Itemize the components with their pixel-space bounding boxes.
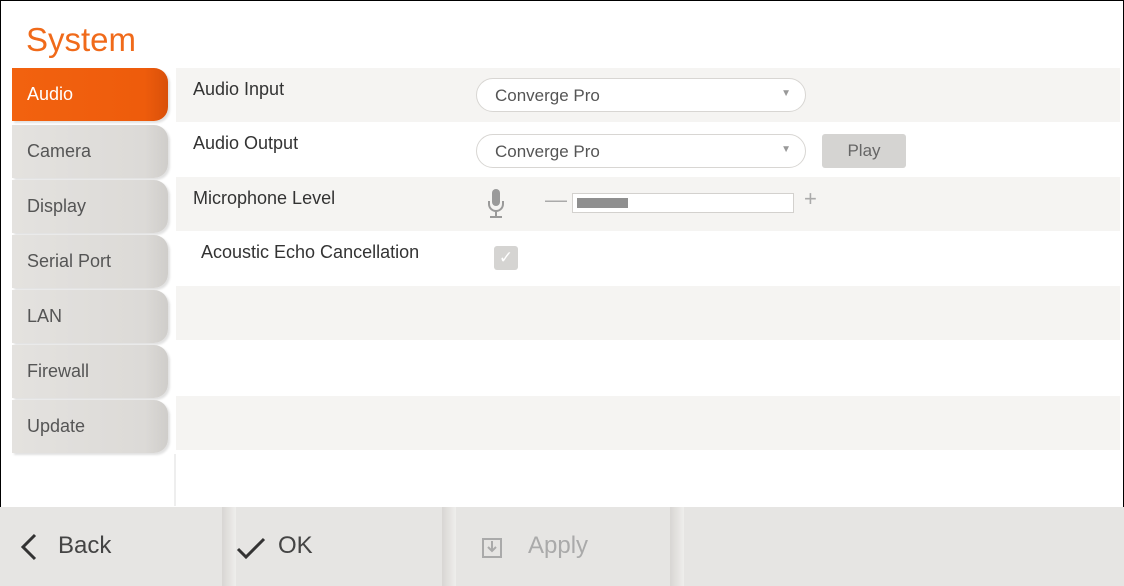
audio-input-value: Converge Pro <box>495 86 600 105</box>
aec-checkbox[interactable]: ✓ <box>494 246 518 270</box>
apply-label: Apply <box>528 532 589 559</box>
checkmark-icon <box>236 537 266 559</box>
microphone-level-slider[interactable] <box>572 193 794 213</box>
ok-label: OK <box>278 532 313 559</box>
dropdown-arrow-icon: ▼ <box>781 88 791 99</box>
microphone-level-fill <box>577 198 628 208</box>
sidebar-item-audio[interactable]: Audio <box>12 68 168 121</box>
dropdown-arrow-icon: ▼ <box>781 144 791 155</box>
audio-output-label: Audio Output <box>193 133 299 153</box>
microphone-icon <box>488 189 504 218</box>
empty-row <box>176 396 1120 450</box>
microphone-level-label: Microphone Level <box>193 188 336 208</box>
sidebar-item-label: Serial Port <box>27 251 112 271</box>
apply-icon <box>482 538 502 558</box>
sidebar-item-label: Display <box>27 196 87 216</box>
sidebar-item-label: Firewall <box>27 361 90 381</box>
back-button[interactable]: Back <box>0 507 222 586</box>
sidebar-item-serial-port[interactable]: Serial Port <box>12 235 168 288</box>
sidebar-item-label: Camera <box>27 141 92 161</box>
divider <box>222 507 236 586</box>
sidebar-item-lan[interactable]: LAN <box>12 290 168 343</box>
divider <box>442 507 456 586</box>
microphone-level-row: Microphone Level — + <box>176 177 1120 231</box>
audio-output-row: Audio Output Converge Pro ▼ <box>176 122 1120 176</box>
sidebar-item-label: Update <box>27 416 86 436</box>
apply-button[interactable]: Apply <box>456 507 670 586</box>
audio-output-select[interactable]: Converge Pro ▼ <box>476 134 806 168</box>
increase-level-button[interactable]: + <box>804 186 817 212</box>
page-title: System <box>26 21 137 58</box>
bottom-toolbar: Back OK Apply <box>0 507 1124 586</box>
divider <box>174 454 176 506</box>
sidebar-item-camera[interactable]: Camera <box>12 125 168 178</box>
audio-output-value: Converge Pro <box>495 142 600 161</box>
play-button[interactable]: Play <box>822 134 906 168</box>
empty-row <box>176 286 1120 340</box>
audio-input-label: Audio Input <box>193 79 285 99</box>
checkmark-icon: ✓ <box>498 248 514 267</box>
audio-input-row: Audio Input Converge Pro ▼ <box>176 68 1120 122</box>
decrease-level-button[interactable]: — <box>545 187 567 213</box>
chevron-left-icon <box>20 533 37 561</box>
back-label: Back <box>58 532 112 559</box>
sidebar-item-update[interactable]: Update <box>12 400 168 453</box>
aec-row: Acoustic Echo Cancellation ✓ <box>176 231 1120 285</box>
sidebar-item-display[interactable]: Display <box>12 180 168 233</box>
audio-input-select[interactable]: Converge Pro ▼ <box>476 78 806 112</box>
sidebar-item-label: Audio <box>27 84 74 104</box>
aec-label: Acoustic Echo Cancellation <box>201 242 420 262</box>
divider <box>670 507 684 586</box>
empty-row <box>176 341 1120 395</box>
sidebar-item-label: LAN <box>27 306 63 326</box>
sidebar-item-firewall[interactable]: Firewall <box>12 345 168 398</box>
ok-button[interactable]: OK <box>236 507 442 586</box>
